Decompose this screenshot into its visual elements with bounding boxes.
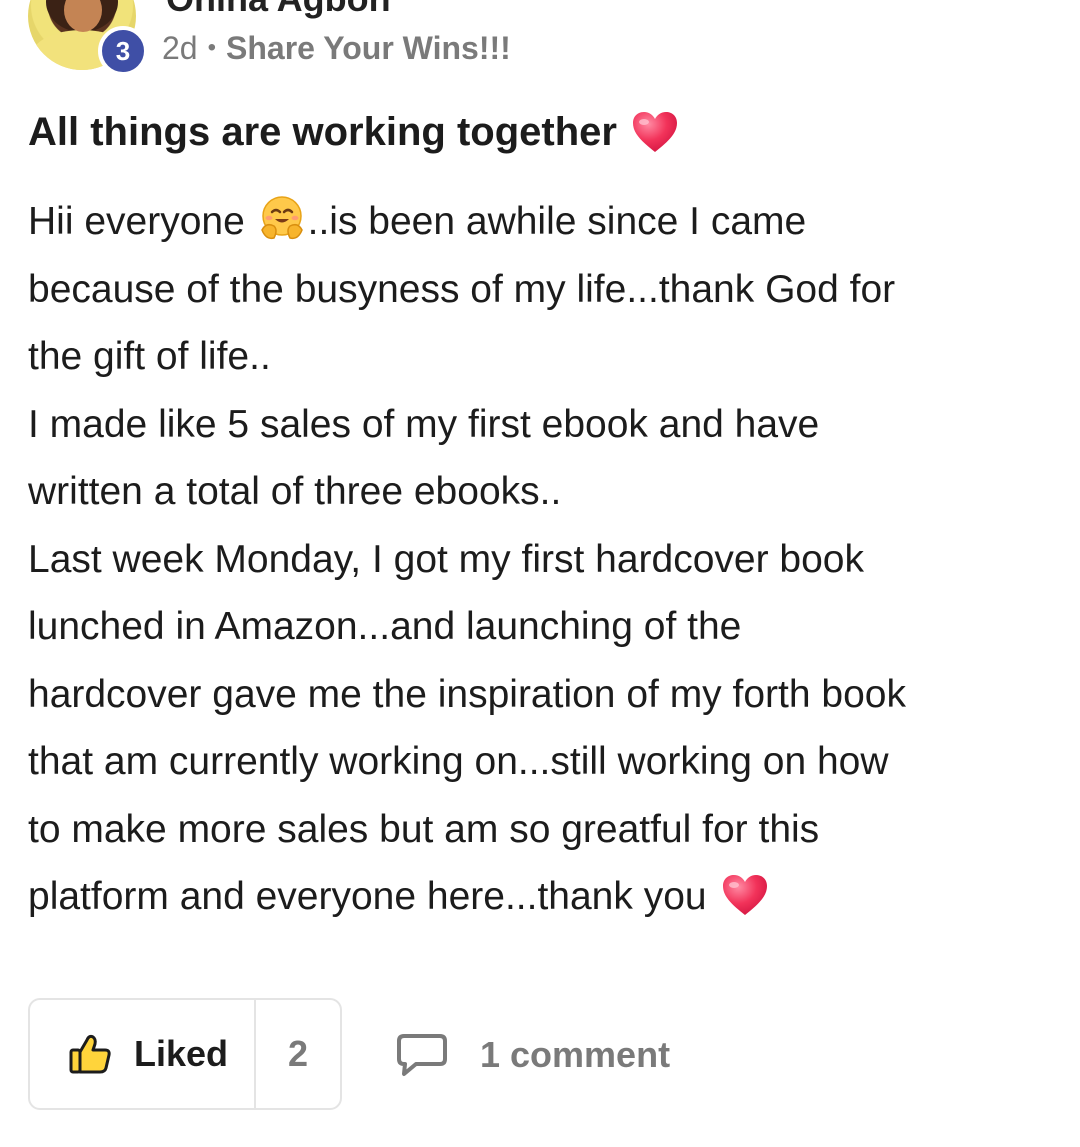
comment-button[interactable]: 1 comment	[396, 1028, 670, 1082]
meta-separator: •	[207, 34, 216, 61]
post-meta: 2d • Share Your Wins!!!	[162, 26, 511, 70]
author-name[interactable]: Onina Agbon	[166, 0, 391, 20]
post-body-text: Hii everyone	[28, 200, 256, 243]
like-control: Liked 2	[28, 998, 342, 1110]
comment-icon	[397, 1034, 447, 1076]
hugging-face-icon	[260, 196, 303, 240]
like-count[interactable]: 2	[256, 1000, 340, 1108]
heart-icon	[632, 112, 677, 152]
thumbs-up-icon	[69, 1034, 111, 1074]
post-body: Hii everyone ..is been awhile since I ca…	[28, 188, 1058, 931]
post-body-line: to make more sales but am so greatful fo…	[28, 807, 820, 851]
post-title-text: All things are working together	[28, 109, 617, 154]
post-body-line: I made like 5 sales of my first ebook an…	[28, 402, 820, 446]
post-body-line: Hii everyone ..is been awhile since I ca…	[28, 188, 1058, 256]
post-body-line: written a total of three ebooks..	[28, 470, 562, 513]
like-button[interactable]: Liked	[30, 1000, 256, 1108]
like-button-label: Liked	[134, 1033, 229, 1074]
post-body-line: hardcover gave me the inspiration of my …	[28, 672, 906, 716]
post-body-text: platform and everyone here...thank you	[28, 875, 707, 918]
comment-count-label: 1 comment	[480, 1034, 671, 1075]
post-body-line: because of the busyness of my life...tha…	[28, 267, 896, 311]
level-badge: 3	[98, 26, 148, 76]
post-body-text: ..is been awhile since I came	[307, 200, 807, 243]
post-time: 2d	[162, 29, 198, 66]
post-body-line: platform and everyone here...thank you	[28, 863, 1058, 931]
post-body-line: Last week Monday, I got my first hardcov…	[28, 537, 864, 581]
post-category-link[interactable]: Share Your Wins!!!	[226, 30, 511, 67]
post-body-line: the gift of life..	[28, 335, 271, 378]
heart-icon	[722, 875, 767, 915]
post-body-line: lunched in Amazon...and launching of the	[28, 605, 742, 648]
post-card: 3 Onina Agbon 2d • Share Your Wins!!! Al…	[0, 0, 1080, 1147]
post-title: All things are working together	[28, 104, 679, 160]
post-body-line: that am currently working on...still wor…	[28, 740, 889, 783]
